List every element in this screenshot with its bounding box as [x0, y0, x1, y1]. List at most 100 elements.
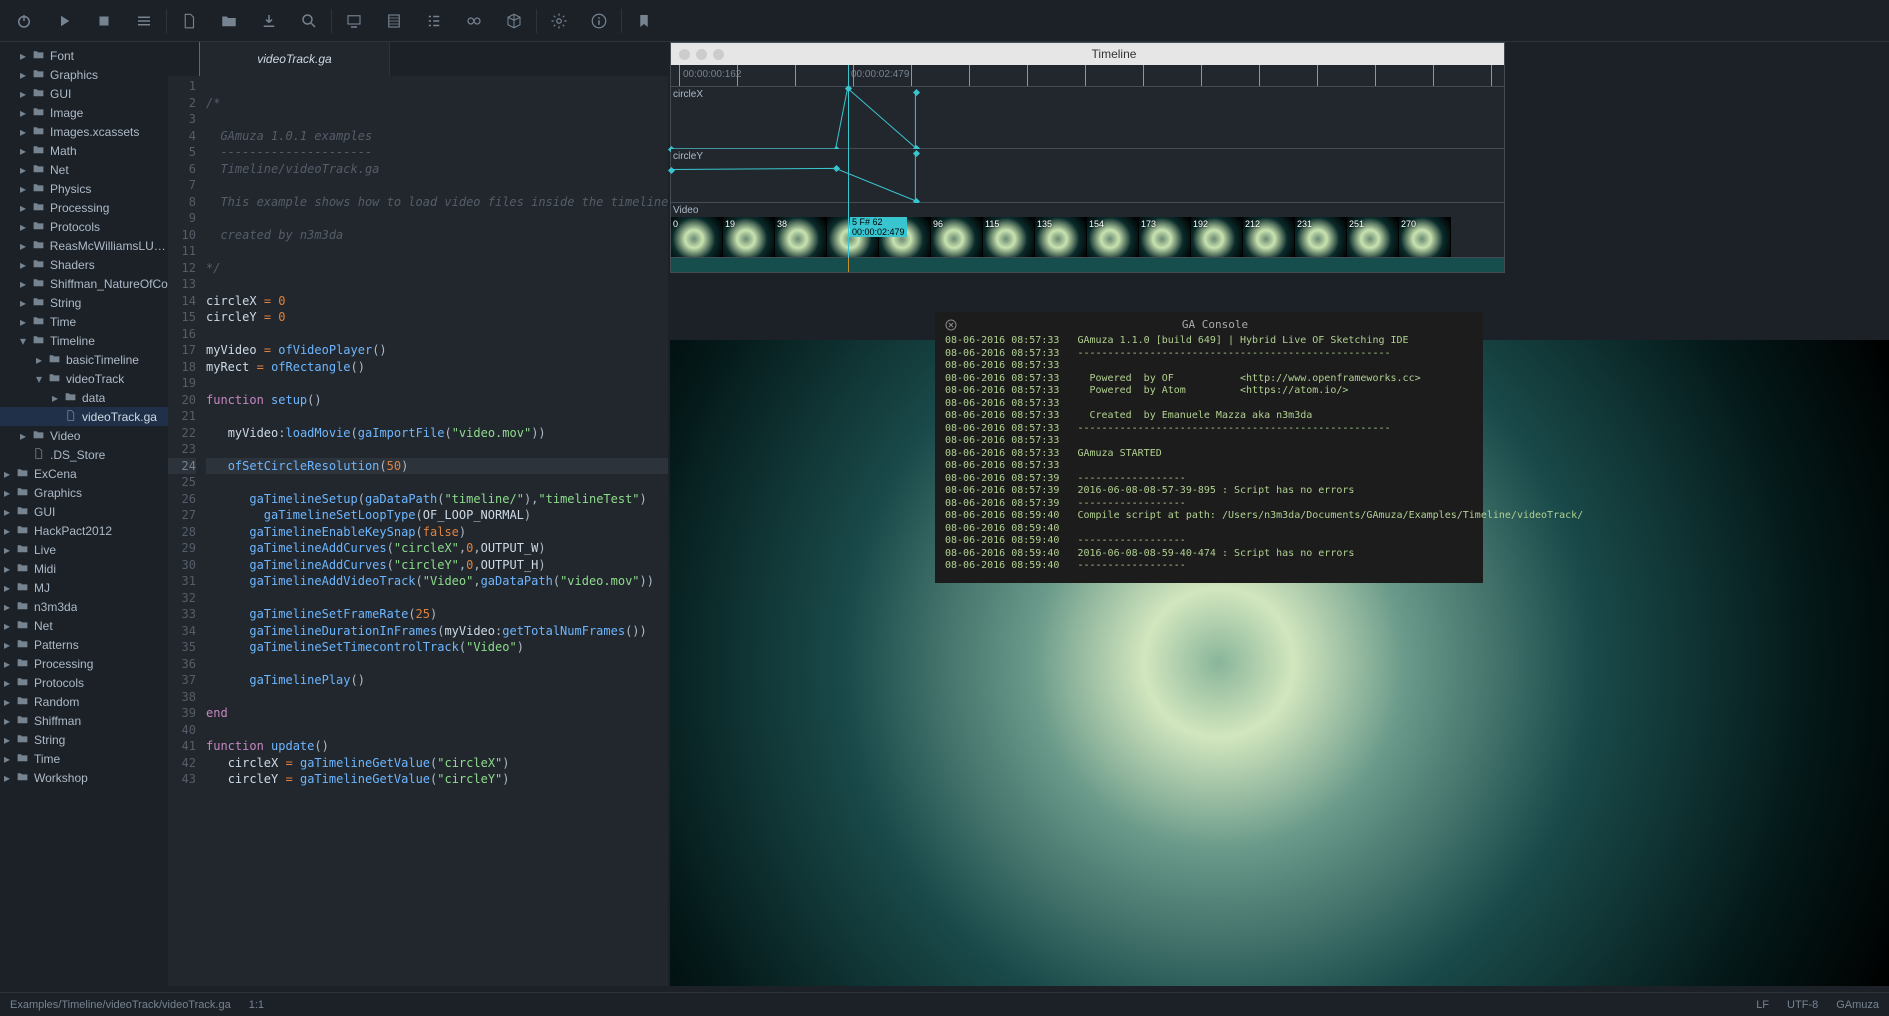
code-editor[interactable]: 1234567891011121314151617181920212223242… — [168, 76, 668, 986]
code-line[interactable]: gaTimelineSetFrameRate(25) — [206, 606, 668, 623]
timeline-window[interactable]: Timeline 00:00:00:162 00:00:02:479 circl… — [670, 42, 1505, 273]
disclosure-icon[interactable]: ▸ — [4, 467, 16, 481]
tab-videotrack[interactable]: videoTrack.ga — [200, 42, 390, 76]
disclosure-icon[interactable]: ▸ — [20, 106, 32, 120]
status-lineending[interactable]: LF — [1756, 999, 1769, 1011]
code-line[interactable] — [206, 441, 668, 458]
status-language[interactable]: GAmuza — [1836, 999, 1879, 1011]
video-thumb[interactable]: 135 — [1035, 217, 1087, 257]
tree-item[interactable]: ▸Workshop — [0, 768, 168, 787]
curve-track[interactable]: circleY — [671, 149, 1504, 203]
gear-button[interactable] — [539, 0, 579, 42]
timeline-scrubber[interactable] — [671, 258, 1504, 272]
code-line[interactable] — [206, 210, 668, 227]
disclosure-icon[interactable]: ▸ — [4, 657, 16, 671]
disclosure-icon[interactable]: ▸ — [20, 201, 32, 215]
search-button[interactable] — [289, 0, 329, 42]
disclosure-icon[interactable]: ▸ — [4, 676, 16, 690]
disclosure-icon[interactable]: ▸ — [4, 714, 16, 728]
code-line[interactable]: ofSetCircleResolution(50) — [206, 458, 668, 475]
tree-item[interactable]: ▸Midi — [0, 559, 168, 578]
disclosure-icon[interactable]: ▸ — [4, 695, 16, 709]
video-track[interactable]: Video 0193877961151351541731922122312512… — [671, 203, 1504, 258]
ga-console[interactable]: GA Console 08-06-2016 08:57:33 GAmuza 1.… — [935, 312, 1483, 583]
code-line[interactable]: circleY = 0 — [206, 309, 668, 326]
disclosure-icon[interactable]: ▸ — [52, 391, 64, 405]
code-line[interactable]: gaTimelineEnableKeySnap(false) — [206, 524, 668, 541]
code-line[interactable] — [206, 408, 668, 425]
tree-item[interactable]: ▸Processing — [0, 198, 168, 217]
video-thumb[interactable]: 270 — [1399, 217, 1451, 257]
video-thumb[interactable]: 231 — [1295, 217, 1347, 257]
code-line[interactable]: /* — [206, 95, 668, 112]
code-line[interactable]: myVideo = ofVideoPlayer() — [206, 342, 668, 359]
tree-item[interactable]: ▸Shaders — [0, 255, 168, 274]
tree-item[interactable]: ▸Net — [0, 160, 168, 179]
disclosure-icon[interactable]: ▸ — [20, 315, 32, 329]
tree-item[interactable]: ▾videoTrack — [0, 369, 168, 388]
disclosure-icon[interactable]: ▸ — [20, 258, 32, 272]
file-button[interactable] — [169, 0, 209, 42]
tree-item[interactable]: ▸Font — [0, 46, 168, 65]
tree-item[interactable]: ▸Live — [0, 540, 168, 559]
infinity-button[interactable] — [454, 0, 494, 42]
tree-item[interactable]: ▸String — [0, 293, 168, 312]
code-line[interactable]: gaTimelineDurationInFrames(myVideo:getTo… — [206, 623, 668, 640]
zoom-icon[interactable] — [713, 49, 724, 60]
code-body[interactable]: /* GAmuza 1.0.1 examples ---------------… — [196, 76, 668, 986]
disclosure-icon[interactable]: ▸ — [20, 144, 32, 158]
code-line[interactable]: gaTimelineSetLoopType(OF_LOOP_NORMAL) — [206, 507, 668, 524]
video-thumb[interactable]: 154 — [1087, 217, 1139, 257]
disclosure-icon[interactable]: ▸ — [4, 524, 16, 538]
code-line[interactable]: gaTimelineSetTimecontrolTrack("Video") — [206, 639, 668, 656]
code-line[interactable]: GAmuza 1.0.1 examples — [206, 128, 668, 145]
code-line[interactable] — [206, 276, 668, 293]
tree-item[interactable]: ▸ReasMcWilliamsLUST — [0, 236, 168, 255]
code-line[interactable]: --------------------- — [206, 144, 668, 161]
video-thumb[interactable]: 251 — [1347, 217, 1399, 257]
disclosure-icon[interactable]: ▾ — [36, 372, 48, 386]
stop-button[interactable] — [84, 0, 124, 42]
code-line[interactable] — [206, 177, 668, 194]
tree-item[interactable]: .DS_Store — [0, 445, 168, 464]
tree-item[interactable]: ▸data — [0, 388, 168, 407]
tasks-button[interactable] — [414, 0, 454, 42]
disclosure-icon[interactable]: ▸ — [20, 68, 32, 82]
disclosure-icon[interactable]: ▸ — [20, 429, 32, 443]
window-controls[interactable] — [671, 49, 724, 60]
video-thumb[interactable]: 19 — [723, 217, 775, 257]
disclosure-icon[interactable]: ▸ — [20, 125, 32, 139]
disclosure-icon[interactable]: ▸ — [4, 562, 16, 576]
disclosure-icon[interactable]: ▸ — [4, 600, 16, 614]
code-line[interactable]: */ — [206, 260, 668, 277]
code-line[interactable]: gaTimelineSetup(gaDataPath("timeline/"),… — [206, 491, 668, 508]
tree-item[interactable]: ▸String — [0, 730, 168, 749]
tree-item[interactable]: ▸Random — [0, 692, 168, 711]
disclosure-icon[interactable]: ▸ — [4, 752, 16, 766]
code-line[interactable]: myRect = ofRectangle() — [206, 359, 668, 376]
disclosure-icon[interactable]: ▸ — [4, 638, 16, 652]
disclosure-icon[interactable]: ▸ — [4, 505, 16, 519]
tree-item[interactable]: ▸Video — [0, 426, 168, 445]
disclosure-icon[interactable]: ▸ — [20, 49, 32, 63]
disclosure-icon[interactable]: ▸ — [20, 87, 32, 101]
display-button[interactable] — [334, 0, 374, 42]
tree-item[interactable]: ▸Graphics — [0, 483, 168, 502]
code-line[interactable] — [206, 111, 668, 128]
tree-item[interactable]: ▸ExCena — [0, 464, 168, 483]
tree-item[interactable]: ▸GUI — [0, 84, 168, 103]
tree-item[interactable]: ▸MJ — [0, 578, 168, 597]
disclosure-icon[interactable]: ▸ — [20, 277, 32, 291]
power-button[interactable] — [4, 0, 44, 42]
close-icon[interactable] — [679, 49, 690, 60]
code-line[interactable]: Timeline/videoTrack.ga — [206, 161, 668, 178]
tree-item[interactable]: ▸Graphics — [0, 65, 168, 84]
tree-item[interactable]: ▸Time — [0, 312, 168, 331]
tree-item[interactable]: videoTrack.ga — [0, 407, 168, 426]
video-thumb[interactable]: 96 — [931, 217, 983, 257]
disclosure-icon[interactable]: ▸ — [20, 182, 32, 196]
tree-item[interactable]: ▸Time — [0, 749, 168, 768]
code-line[interactable]: This example shows how to load video fil… — [206, 194, 668, 211]
timeline-titlebar[interactable]: Timeline — [671, 43, 1504, 65]
tree-item[interactable]: ▸Net — [0, 616, 168, 635]
